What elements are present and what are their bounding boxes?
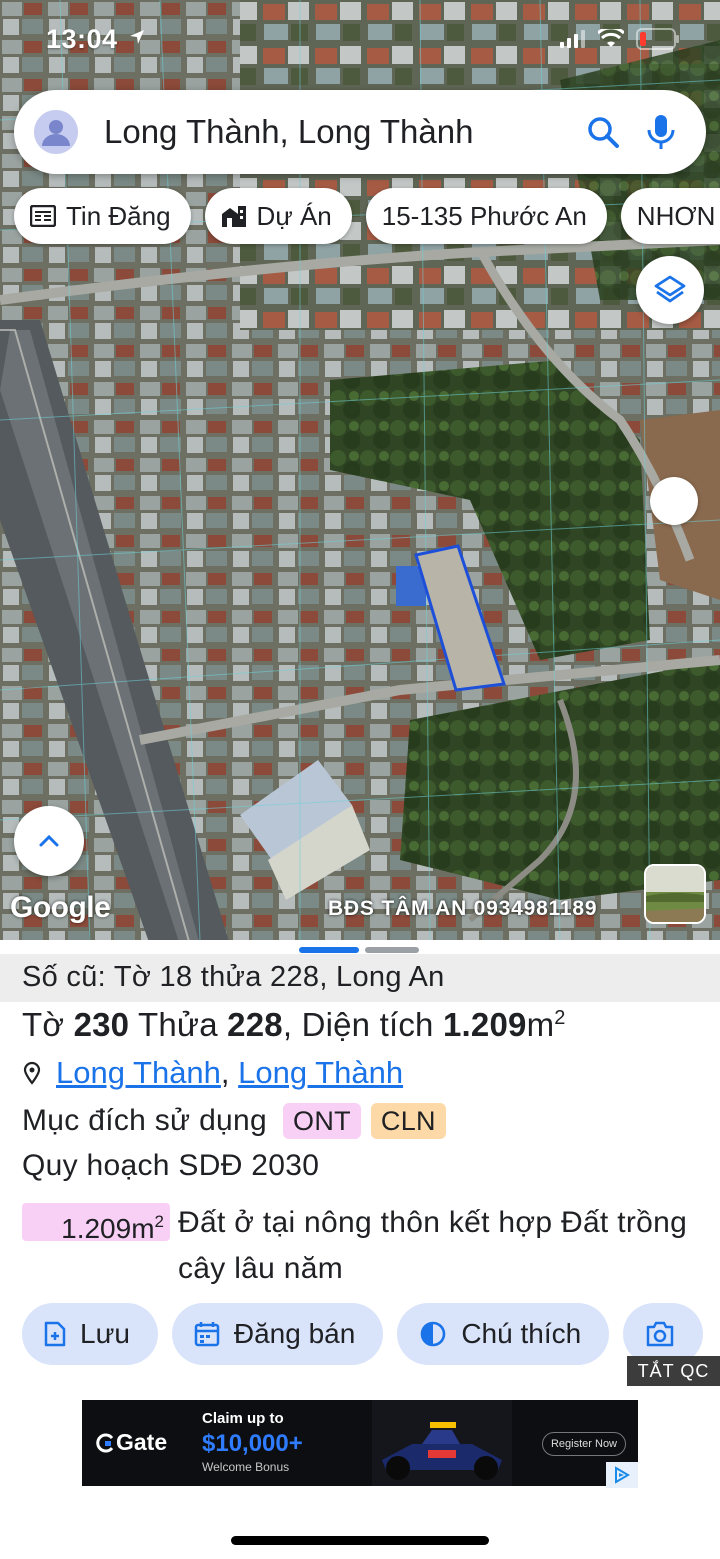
gate-logo-icon	[96, 1433, 114, 1453]
action-buttons: Lưu Đăng bán Chú thích	[22, 1303, 704, 1365]
ad-amount: $10,000+	[202, 1430, 303, 1457]
building-icon	[221, 206, 246, 227]
chip-label: Dự Án	[256, 200, 332, 231]
title-area-label: , Diện tích	[282, 1006, 443, 1043]
plan-area-badge: 1.209m2	[22, 1203, 170, 1244]
wifi-icon	[598, 29, 624, 47]
chip-tin-dang[interactable]: Tin Đăng	[14, 188, 191, 244]
usage-label: Mục đích sử dụng	[22, 1104, 268, 1137]
title-prefix: Tờ	[22, 1006, 74, 1043]
location-link-district[interactable]: Long Thành	[56, 1055, 221, 1091]
area-unit: m	[526, 1006, 555, 1043]
avatar[interactable]	[34, 110, 78, 154]
handle-active	[299, 947, 359, 953]
plan-description: Đất ở tại nông thôn kết hợp Đất trồng câ…	[178, 1206, 688, 1285]
search-input[interactable]: Long Thành, Long Thành	[104, 113, 586, 151]
title-mid: Thửa	[129, 1006, 228, 1043]
location-arrow-icon	[130, 30, 144, 44]
calendar-icon	[194, 1322, 220, 1347]
signal-icon	[560, 30, 585, 48]
microphone-icon[interactable]	[646, 114, 676, 150]
user-icon	[34, 110, 78, 154]
filter-chips: Tin Đăng Dự Án 15-135 Phước An NHƠN T	[14, 188, 720, 244]
sheet-handle[interactable]	[299, 947, 419, 953]
layers-icon	[654, 275, 686, 303]
ad-register-button[interactable]: Register Now	[542, 1432, 626, 1456]
handle-inactive	[365, 947, 419, 953]
location-line: Long Thành, Long Thành	[22, 1055, 403, 1091]
chip-nhon[interactable]: NHƠN T	[620, 188, 720, 244]
chip-label: Tin Đăng	[66, 200, 171, 231]
parcel-number: 228	[227, 1006, 283, 1043]
chip-phuoc-an[interactable]: 15-135 Phước An	[365, 188, 607, 244]
save-label: Lưu	[80, 1318, 130, 1349]
ad-choices-icon	[615, 1466, 630, 1484]
ad-brand: Gate	[96, 1429, 167, 1456]
battery-icon	[636, 28, 679, 50]
area-unit-sup: 2	[554, 1007, 566, 1029]
search-bar[interactable]: Long Thành, Long Thành	[14, 90, 706, 174]
expand-button[interactable]	[14, 806, 84, 876]
camera-icon	[646, 1321, 674, 1347]
map-watermark: BĐS TÂM AN 0934981189	[328, 897, 598, 920]
ad-brand-text: Gate	[116, 1429, 168, 1455]
google-logo: Google	[10, 891, 111, 924]
status-bar: 13:04	[0, 22, 720, 58]
add-document-icon	[44, 1321, 66, 1347]
plan-label: Quy hoạch SDĐ 2030	[22, 1149, 320, 1182]
plan-area-value: 1.209m	[61, 1213, 155, 1244]
race-car-image	[372, 1400, 512, 1486]
search-icon[interactable]	[586, 115, 620, 149]
status-time: 13:04	[46, 24, 118, 54]
save-button[interactable]: Lưu	[22, 1303, 158, 1365]
status-indicators	[560, 28, 680, 50]
legend-button[interactable]: Chú thích	[397, 1303, 610, 1365]
satellite-map[interactable]: 13:04 Long Thành, Long Thành Tin Đăng Dự…	[0, 0, 720, 945]
layers-button[interactable]	[636, 256, 704, 324]
post-for-sale-button[interactable]: Đăng bán	[171, 1303, 384, 1365]
street-view-image	[646, 866, 704, 922]
old-reference: Số cũ: Tờ 18 thửa 228, Long An	[0, 954, 720, 1002]
contrast-icon	[421, 1321, 446, 1347]
street-view-thumbnail[interactable]	[644, 864, 706, 924]
sheet-number: 230	[73, 1006, 130, 1043]
usage-tag-ont[interactable]: ONT	[283, 1103, 361, 1139]
location-pin-icon	[23, 1061, 41, 1085]
area-value: 1.209	[442, 1006, 527, 1043]
location-separator: ,	[220, 1055, 239, 1090]
ad-bonus: Welcome Bonus	[202, 1460, 290, 1474]
parcel-title: Tờ 230 Thửa 228, Diện tích 1.209m2	[22, 1006, 566, 1044]
chip-label: 15-135 Phước An	[381, 200, 587, 231]
chevron-up-icon	[39, 834, 59, 847]
ad-banner[interactable]: Gate Claim up to $10,000+ Welcome Bonus …	[82, 1400, 638, 1486]
ad-claim: Claim up to	[202, 1410, 284, 1427]
usage-line: Mục đích sử dụng ONT CLN	[22, 1103, 446, 1139]
ad-choices-button[interactable]	[606, 1462, 638, 1488]
newspaper-icon	[30, 205, 56, 227]
close-ad-button[interactable]: TẮT QC	[627, 1356, 720, 1386]
chip-label: NHƠN T	[636, 200, 720, 231]
map-handle[interactable]	[650, 477, 698, 525]
home-indicator[interactable]	[231, 1536, 489, 1545]
legend-label: Chú thích	[461, 1318, 582, 1349]
chip-du-an[interactable]: Dự Án	[204, 188, 352, 244]
usage-tag-cln[interactable]: CLN	[370, 1103, 446, 1139]
location-link-commune[interactable]: Long Thành	[238, 1055, 403, 1091]
post-for-sale-label: Đăng bán	[233, 1318, 356, 1349]
plan-area-sup: 2	[154, 1212, 164, 1231]
